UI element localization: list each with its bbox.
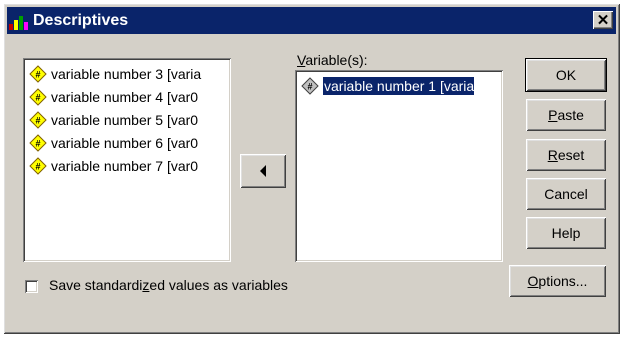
list-item[interactable]: # variable number 6 [var0 <box>26 131 228 154</box>
variable-label: variable number 3 [varia <box>51 65 202 82</box>
left-arrow-icon <box>260 165 266 177</box>
close-icon: ✕ <box>596 11 610 29</box>
transfer-button[interactable] <box>240 154 286 188</box>
svg-text:#: # <box>35 92 40 102</box>
list-item[interactable]: # variable number 5 [var0 <box>26 108 228 131</box>
scale-variable-icon: # <box>301 76 319 95</box>
save-standardized-label[interactable]: Save standardized values as variables <box>49 277 288 293</box>
scale-variable-icon: # <box>29 64 47 83</box>
close-button[interactable]: ✕ <box>593 11 613 29</box>
spss-app-icon <box>9 12 29 30</box>
svg-text:#: # <box>35 115 40 125</box>
ok-button[interactable]: OK <box>525 58 607 92</box>
variable-label: variable number 5 [var0 <box>51 111 199 128</box>
svg-text:#: # <box>35 138 40 148</box>
descriptives-dialog: Descriptives ✕ # variable number 3 [varia… <box>3 3 620 334</box>
list-item[interactable]: # variable number 3 [varia <box>26 62 228 85</box>
variable-label: variable number 6 [var0 <box>51 134 199 151</box>
variables-label: Variable(s): <box>297 52 368 68</box>
window-title: Descriptives <box>33 12 129 29</box>
variable-label: variable number 1 [varia <box>321 75 476 96</box>
scale-variable-icon: # <box>29 156 47 175</box>
svg-text:#: # <box>35 161 40 171</box>
paste-button[interactable]: Paste <box>526 99 606 131</box>
cancel-button[interactable]: Cancel <box>526 178 606 210</box>
variable-label: variable number 7 [var0 <box>51 157 199 174</box>
save-standardized-checkbox[interactable] <box>25 280 38 293</box>
source-variable-list[interactable]: # variable number 3 [varia # variable numbe… <box>23 58 231 262</box>
options-button[interactable]: Options... <box>509 265 606 297</box>
svg-text:#: # <box>35 69 40 79</box>
reset-button[interactable]: Reset <box>526 139 606 171</box>
scale-variable-icon: # <box>29 87 47 106</box>
list-item[interactable]: # variable number 1 [varia <box>298 74 500 97</box>
list-item[interactable]: # variable number 4 [var0 <box>26 85 228 108</box>
svg-text:#: # <box>307 81 312 91</box>
scale-variable-icon: # <box>29 110 47 129</box>
scale-variable-icon: # <box>29 133 47 152</box>
list-item[interactable]: # variable number 7 [var0 <box>26 154 228 177</box>
variable-label: variable number 4 [var0 <box>51 88 199 105</box>
title-bar[interactable]: Descriptives ✕ <box>7 7 616 34</box>
help-button[interactable]: Help <box>526 217 606 249</box>
variables-list[interactable]: # variable number 1 [varia <box>295 70 503 262</box>
